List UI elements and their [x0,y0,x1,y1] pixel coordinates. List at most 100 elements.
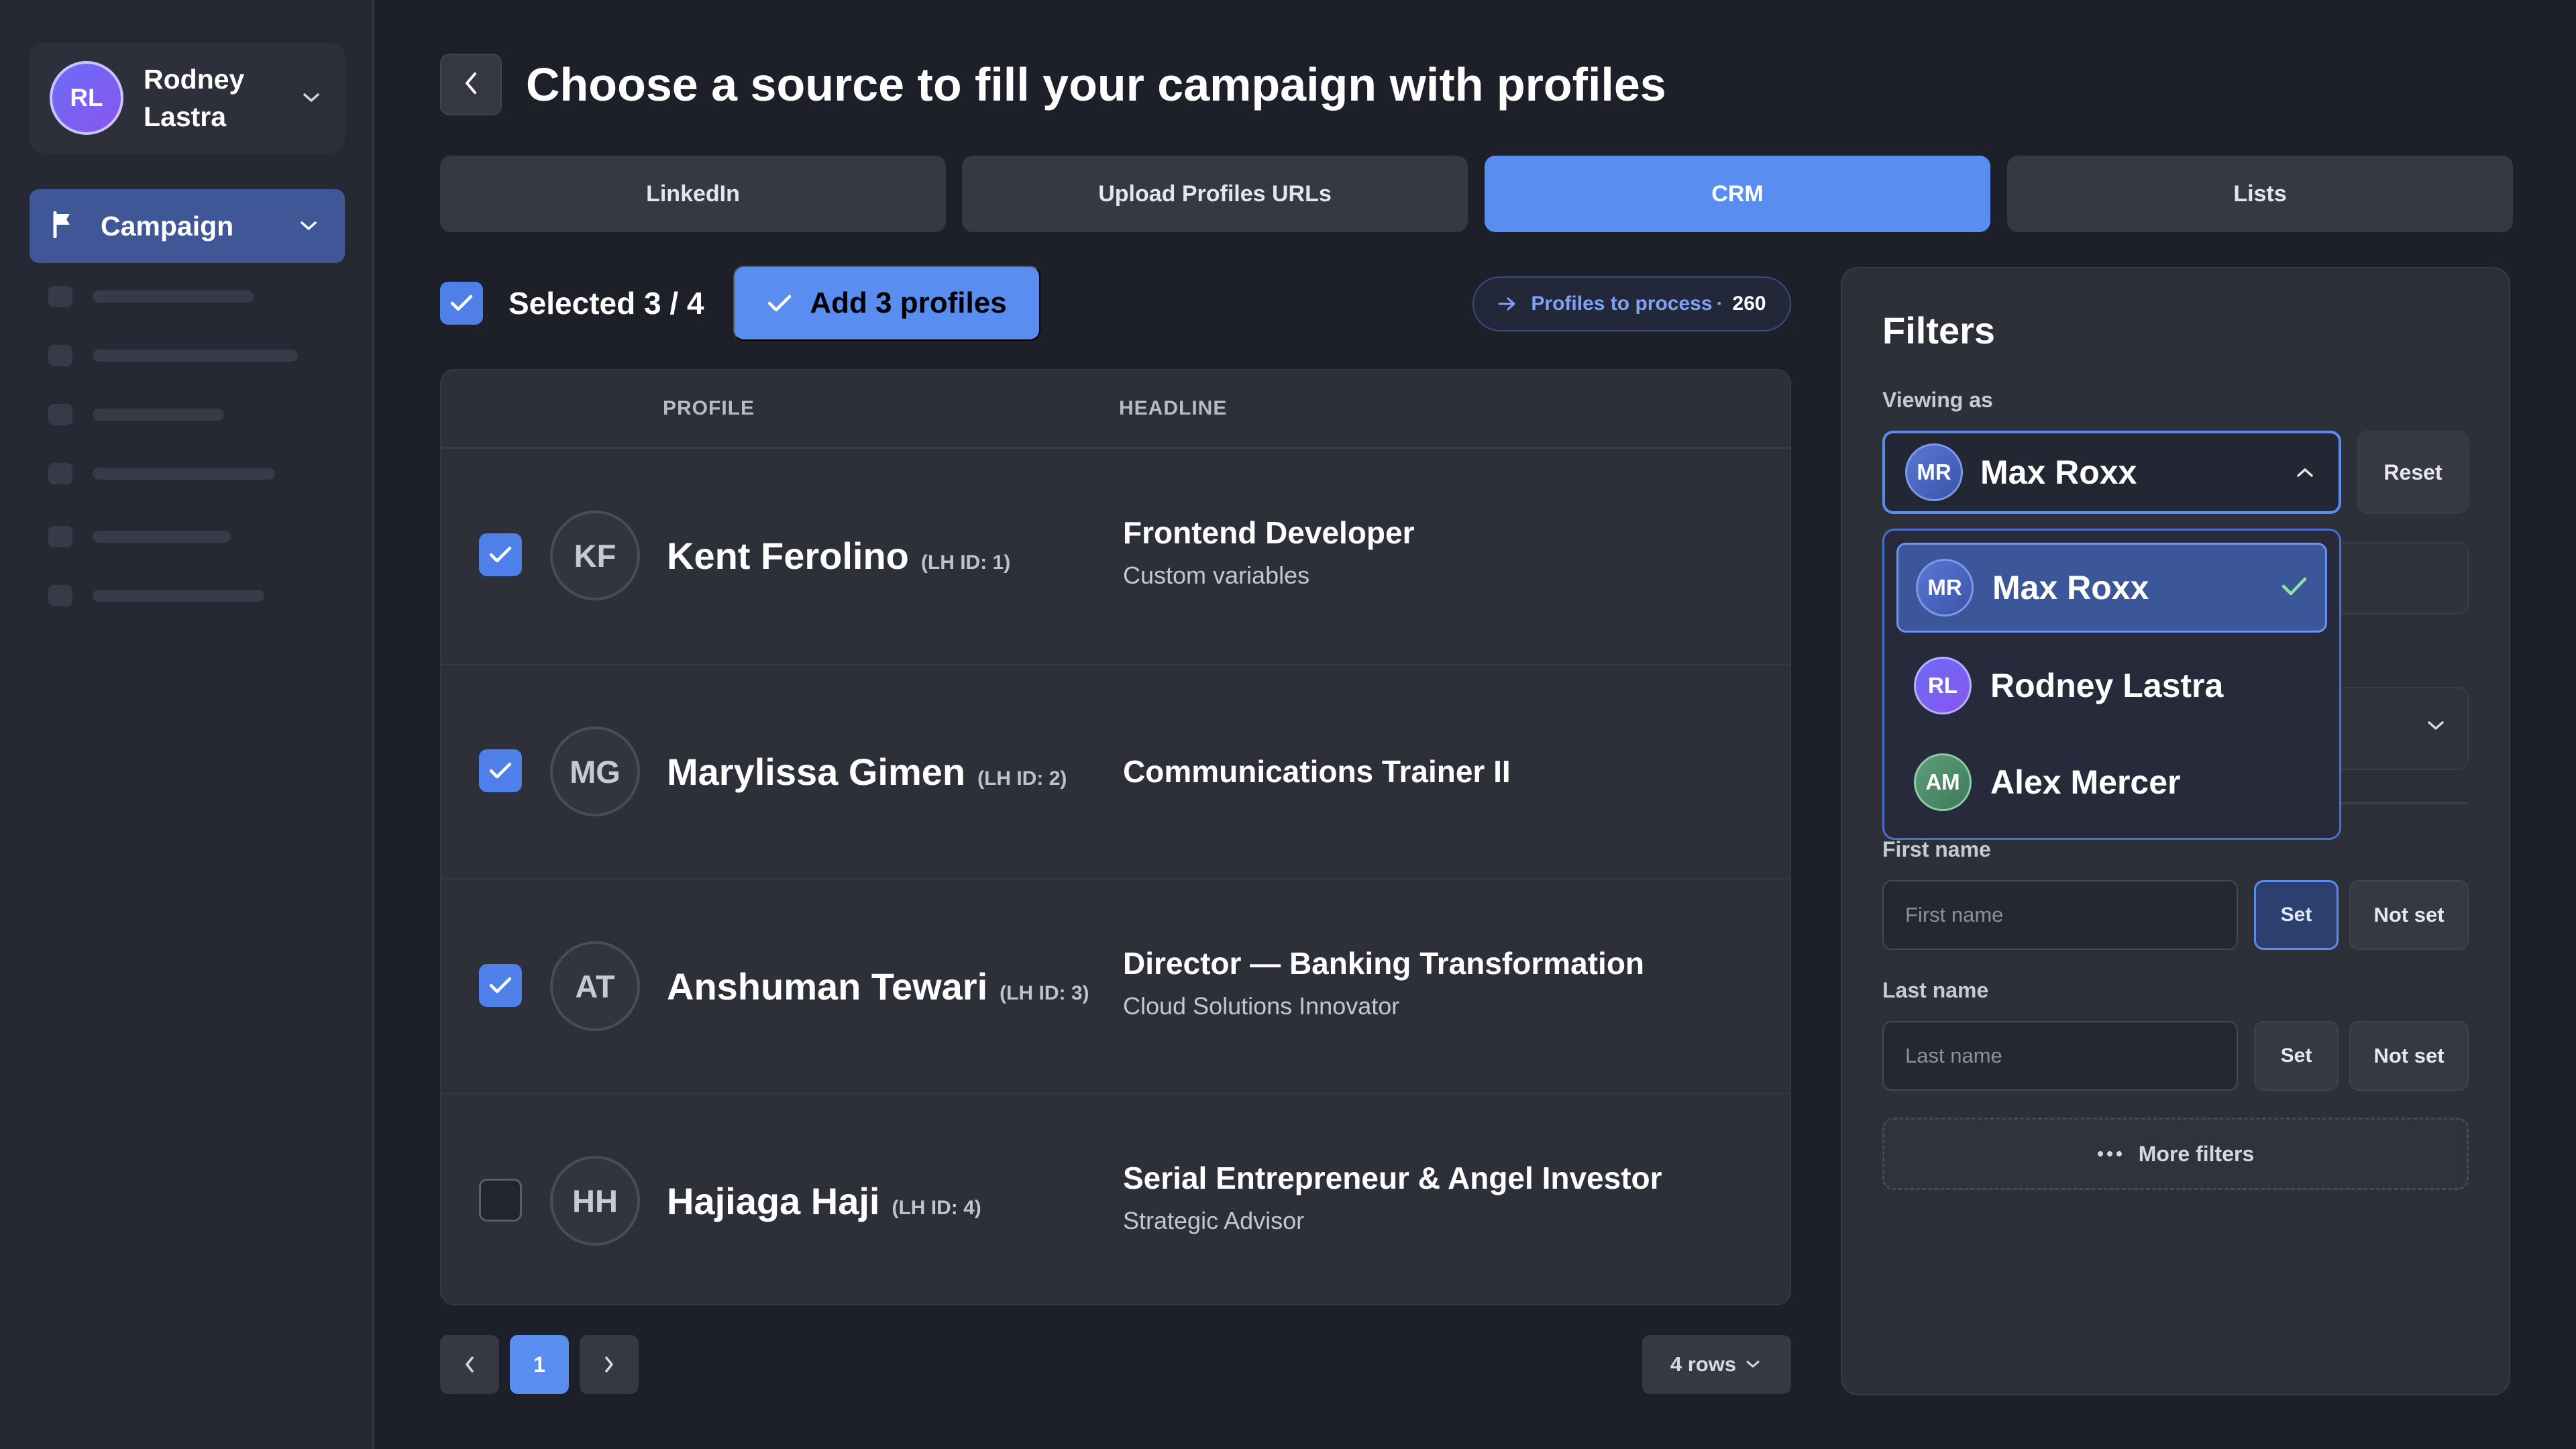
headline: Communications Trainer II [1123,754,1511,789]
avatar: MG [550,727,640,816]
chevron-right-icon [605,1356,613,1373]
profiles-to-process-count: 260 [1732,292,1766,315]
lh-id: (LH ID: 4) [892,1197,981,1219]
reset-button[interactable]: Reset [2357,431,2469,514]
dropdown-option-max-roxx[interactable]: MR Max Roxx [1896,543,2327,633]
profile-name[interactable]: Anshuman Tewari (LH ID: 3) [667,964,1089,1010]
sidebar-placeholder [48,585,264,606]
avatar: RL [50,61,123,135]
avatar: HH [550,1156,640,1246]
headline: Serial Entrepreneur & Angel Investor [1123,1161,1662,1195]
table-row[interactable]: MG Marylissa Gimen (LH ID: 2) Communicati… [441,663,1790,878]
sidebar-placeholder [48,526,231,547]
sidebar-item-campaign[interactable]: Campaign [30,189,345,263]
profile-name-text: Anshuman Tewari [667,965,988,1008]
add-profiles-label: Add 3 profiles [810,286,1007,319]
chevron-up-icon [2292,459,2318,486]
select-all-checkbox[interactable] [440,282,483,325]
hidden-filter-select [2334,687,2469,770]
avatar: AT [550,941,640,1031]
row-checkbox[interactable] [479,749,522,792]
next-page-button[interactable] [580,1335,639,1394]
last-name-not-set-button[interactable]: Not set [2349,1021,2469,1091]
avatar: MR [1905,443,1963,501]
prev-page-button[interactable] [440,1335,499,1394]
first-name-set-button[interactable]: Set [2254,880,2339,950]
subheadline: Strategic Advisor [1123,1207,1305,1234]
lh-id: (LH ID: 3) [1000,982,1089,1004]
more-filters-label: More filters [2138,1141,2255,1166]
profile-name[interactable]: Kent Ferolino (LH ID: 1) [667,533,1010,579]
check-icon [768,294,792,312]
tab-upload-profiles-urls[interactable]: Upload Profiles URLs [962,156,1468,232]
viewing-as-value: Max Roxx [1980,453,2137,491]
last-name-set-button[interactable]: Set [2254,1021,2339,1091]
user-switcher[interactable]: RL Rodney Lastra [30,43,345,153]
dropdown-option-label: Rodney Lastra [1990,667,2224,704]
last-name-input[interactable] [1882,1021,2238,1091]
table-row[interactable]: AT Anshuman Tewari (LH ID: 3) Director — … [441,878,1790,1093]
profiles-to-process-label: Profiles to process [1531,292,1713,315]
page-title: Choose a source to fill your campaign wi… [526,58,1666,111]
profiles-table: PROFILE HEADLINE KF Kent Ferolino (LH ID:… [440,369,1791,1305]
first-name-not-set-button[interactable]: Not set [2349,880,2469,950]
hidden-filter-control [2334,542,2469,614]
profile-name-text: Hajiaga Haji [667,1180,880,1222]
viewing-as-dropdown: MR Max Roxx RL Rodney Lastra AM Alex Mer… [1882,529,2341,840]
viewing-as-select[interactable]: MR Max Roxx [1882,431,2341,514]
tab-crm[interactable]: CRM [1485,156,1990,232]
divider [2334,802,2469,804]
rows-per-page-label: 4 rows [1670,1352,1737,1376]
back-button[interactable] [440,54,502,115]
row-checkbox[interactable] [479,1179,522,1222]
profiles-to-process-badge: Profiles to process · 260 [1472,276,1791,331]
dropdown-option-label: Max Roxx [1992,569,2149,606]
avatar: RL [1914,657,1972,714]
dropdown-option-rodney-lastra[interactable]: RL Rodney Lastra [1896,641,2327,731]
subheadline: Cloud Solutions Innovator [1123,992,1400,1020]
add-profiles-button[interactable]: Add 3 profiles [733,266,1040,341]
first-name-input[interactable] [1882,880,2238,950]
separator: · [1716,292,1723,315]
arrow-right-icon [1498,297,1515,311]
more-filters-button[interactable]: More filters [1882,1118,2469,1190]
tab-lists[interactable]: Lists [2007,156,2513,232]
more-icon [2097,1151,2122,1157]
profile-name-text: Marylissa Gimen [667,751,966,793]
avatar: MR [1916,559,1974,616]
dropdown-option-alex-mercer[interactable]: AM Alex Mercer [1896,737,2327,827]
sidebar-placeholder [48,404,224,425]
last-name-label: Last name [1882,978,1989,1002]
sidebar-placeholder [48,345,298,366]
profile-name[interactable]: Hajiaga Haji (LH ID: 4) [667,1179,981,1224]
profile-name-text: Kent Ferolino [667,535,909,577]
first-name-label: First name [1882,837,1991,861]
viewing-as-label: Viewing as [1882,388,1993,412]
row-checkbox[interactable] [479,533,522,576]
check-icon [2281,576,2308,600]
sidebar-placeholder [48,286,254,307]
chevron-down-icon [298,85,325,111]
sidebar-placeholder [48,463,275,484]
dropdown-option-label: Alex Mercer [1990,763,2181,801]
sidebar-item-label: Campaign [101,210,234,241]
column-header-headline: HEADLINE [1119,397,1228,419]
filters-title: Filters [1882,309,1996,352]
tab-linkedin[interactable]: LinkedIn [440,156,946,232]
chevron-left-icon [466,1356,474,1373]
lh-id: (LH ID: 2) [977,767,1067,790]
table-row[interactable]: HH Hajiaga Haji (LH ID: 4) Serial Entrepr… [441,1093,1790,1304]
profile-name[interactable]: Marylissa Gimen (LH ID: 2) [667,749,1067,795]
rows-per-page-select[interactable]: 4 rows [1642,1335,1791,1394]
table-row[interactable]: KF Kent Ferolino (LH ID: 1) Frontend Deve… [441,449,1790,663]
column-header-profile: PROFILE [663,397,755,419]
page-button[interactable]: 1 [510,1335,569,1394]
subheadline: Custom variables [1123,561,1310,589]
chevron-down-icon [1743,1351,1763,1378]
row-checkbox[interactable] [479,964,522,1007]
headline: Director — Banking Transformation [1123,946,1645,981]
user-name: Rodney Lastra [144,64,245,132]
selection-count: Selected 3 / 4 [508,286,704,321]
headline: Frontend Developer [1123,515,1415,550]
lh-id: (LH ID: 1) [920,551,1011,574]
